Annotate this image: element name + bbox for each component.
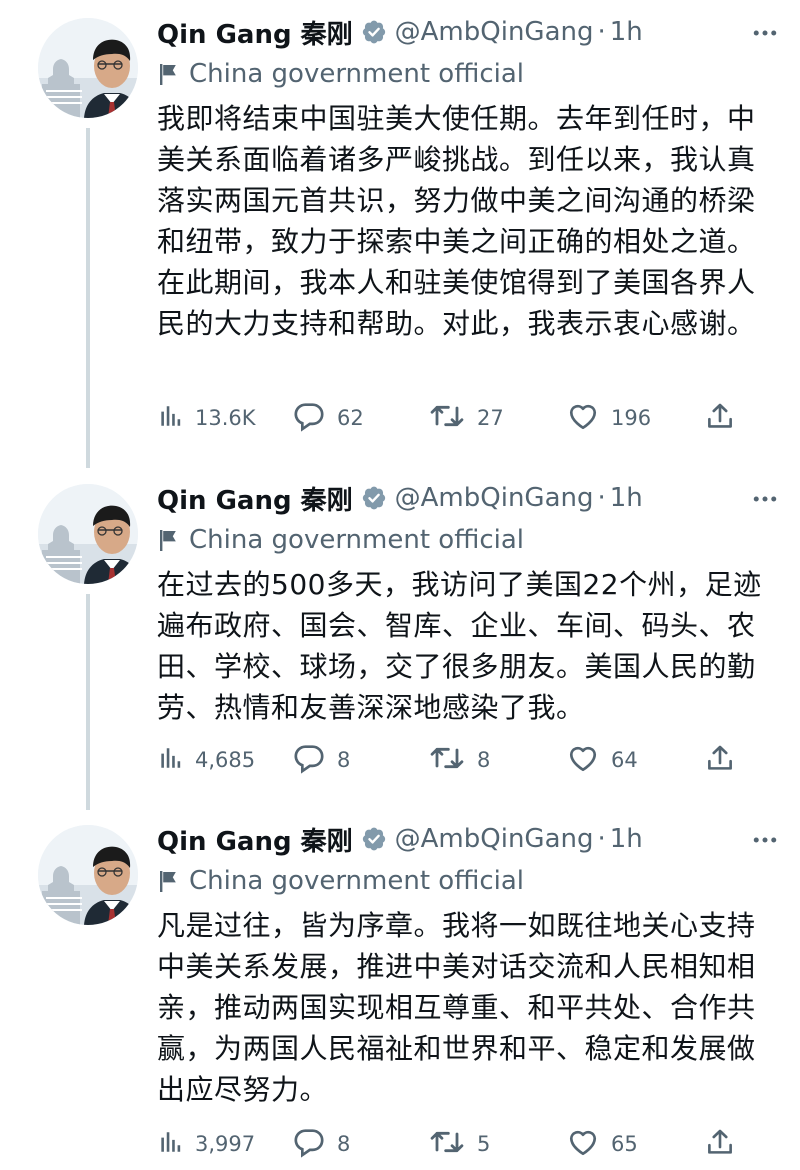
share-icon [705,743,735,777]
more-icon[interactable] [750,825,780,859]
separator-dot: · [597,483,606,513]
avatar[interactable] [38,484,138,584]
retweet-count: 8 [477,748,491,772]
share-icon [705,1127,735,1161]
like-button[interactable]: 65 [567,1124,638,1164]
views-count: 3,997 [195,1132,256,1156]
tweet-text: 我即将结束中国驻美大使任期。去年到任时，中美关系面临着诸多严峻挑战。到任以来，我… [157,102,756,340]
retweet-count: 5 [477,1132,491,1156]
like-count: 65 [611,1132,638,1156]
separator-dot: · [597,17,606,47]
like-icon [567,400,599,436]
account-label[interactable]: China government official [157,56,524,92]
account-label-text: China government official [189,59,525,89]
views-icon [157,1129,183,1159]
flag-icon [157,62,179,86]
like-button[interactable]: 64 [567,740,638,780]
tweet-header: Qin Gang 秦刚 @AmbQinGang · 1h [157,476,780,520]
reply-button[interactable]: 8 [293,740,350,780]
author-name[interactable]: Qin Gang 秦刚 [157,821,353,858]
like-icon [567,742,599,778]
like-count: 64 [611,748,638,772]
views-icon [157,403,183,433]
verified-badge-icon [361,19,387,45]
retweet-button[interactable]: 27 [429,398,504,438]
retweet-count: 27 [477,406,504,430]
views-count: 4,685 [195,748,256,772]
like-icon [567,1126,599,1162]
avatar[interactable] [38,18,138,118]
reply-count: 8 [337,748,351,772]
reply-count: 62 [337,406,364,430]
retweet-icon [429,400,465,436]
like-button[interactable]: 196 [567,398,651,438]
tweet-actions: 4,685 8 8 64 [157,740,757,780]
tweet-actions: 3,997 8 5 65 [157,1124,757,1164]
tweet-text: 凡是过往，皆为序章。我将一如既往地关心支持中美关系发展，推进中美对话交流和人民相… [157,909,756,1106]
account-label-text: China government official [189,525,525,555]
share-button[interactable] [705,740,735,780]
author-name[interactable]: Qin Gang 秦刚 [157,480,353,517]
tweet-actions: 13.6K 62 27 196 [157,398,757,438]
avatar[interactable] [38,825,138,925]
retweet-button[interactable]: 5 [429,1124,490,1164]
views-icon [157,745,183,775]
reply-button[interactable]: 8 [293,1124,350,1164]
author-handle[interactable]: @AmbQinGang [395,483,594,513]
separator-dot: · [597,824,606,854]
share-button[interactable] [705,1124,735,1164]
more-icon[interactable] [750,484,780,518]
share-button[interactable] [705,398,735,438]
tweet-thread: Qin Gang 秦刚 @AmbQinGang · 1h China governmen… [0,0,800,1170]
views-button[interactable]: 13.6K [157,398,256,438]
author-name[interactable]: Qin Gang 秦刚 [157,14,353,51]
views-button[interactable]: 3,997 [157,1124,255,1164]
share-icon [705,401,735,435]
reply-button[interactable]: 62 [293,398,364,438]
author-handle[interactable]: @AmbQinGang [395,17,594,47]
views-button[interactable]: 4,685 [157,740,255,780]
reply-icon [293,1126,325,1162]
tweet: Qin Gang 秦刚 @AmbQinGang · 1h China governmen… [0,466,800,807]
tweet: Qin Gang 秦刚 @AmbQinGang · 1h China governmen… [0,807,800,1170]
tweet-header: Qin Gang 秦刚 @AmbQinGang · 1h [157,817,780,861]
account-label[interactable]: China government official [157,522,524,558]
retweet-button[interactable]: 8 [429,740,490,780]
reply-icon [293,742,325,778]
tweet-header: Qin Gang 秦刚 @AmbQinGang · 1h [157,10,780,54]
verified-badge-icon [361,826,387,852]
account-label-text: China government official [189,866,525,896]
reply-count: 8 [337,1132,351,1156]
account-label[interactable]: China government official [157,863,524,899]
tweet: Qin Gang 秦刚 @AmbQinGang · 1h China governmen… [0,0,800,466]
views-count: 13.6K [195,406,256,430]
like-count: 196 [611,406,652,430]
verified-badge-icon [361,485,387,511]
author-handle[interactable]: @AmbQinGang [395,824,594,854]
more-icon[interactable] [750,18,780,52]
timestamp[interactable]: 1h [610,824,643,854]
flag-icon [157,869,179,893]
timestamp[interactable]: 1h [610,483,643,513]
timestamp[interactable]: 1h [610,17,643,47]
retweet-icon [429,1126,465,1162]
retweet-icon [429,742,465,778]
flag-icon [157,528,179,552]
reply-icon [293,400,325,436]
tweet-text: 在过去的500多天，我访问了美国22个州，足迹遍布政府、国会、智库、企业、车间、… [157,568,762,724]
